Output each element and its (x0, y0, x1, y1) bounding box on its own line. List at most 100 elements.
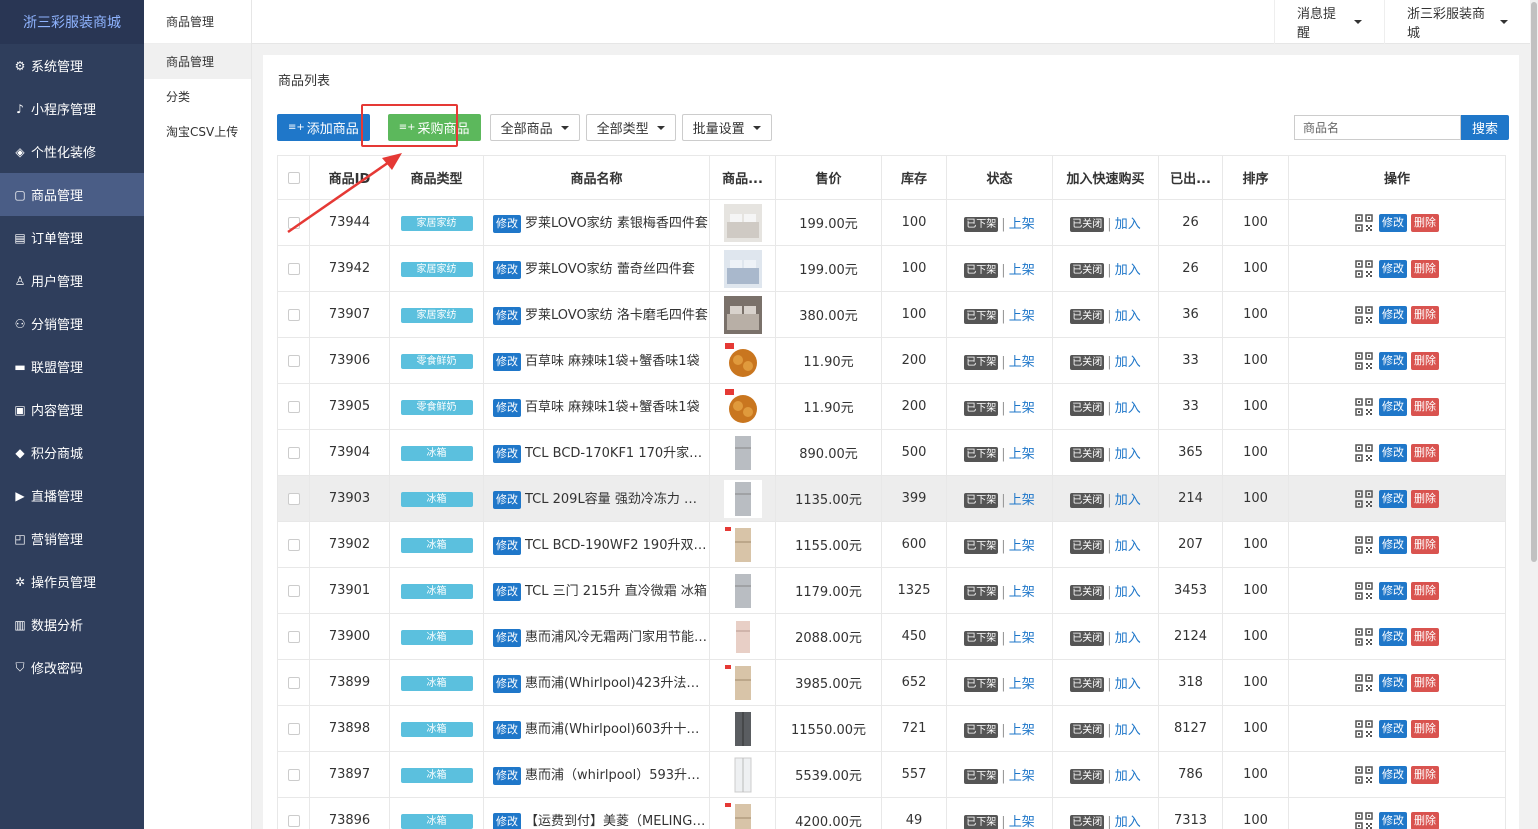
edit-name-button[interactable]: 修改 (493, 582, 521, 601)
qr-code-icon[interactable] (1355, 535, 1373, 554)
product-image[interactable] (723, 525, 762, 564)
edit-name-button[interactable]: 修改 (493, 812, 521, 829)
product-stock[interactable]: 450 (881, 613, 947, 660)
product-stock[interactable]: 557 (881, 751, 947, 798)
join-link[interactable]: 加入 (1115, 217, 1141, 232)
qr-code-icon[interactable] (1355, 811, 1373, 829)
sidebar-item-9[interactable]: ◆ 积分商城 (0, 431, 144, 474)
edit-button[interactable]: 修改 (1379, 811, 1407, 829)
onshelf-link[interactable]: 上架 (1009, 631, 1035, 646)
delete-button[interactable]: 删除 (1411, 673, 1439, 692)
sidebar-item-4[interactable]: ▤ 订单管理 (0, 216, 144, 259)
edit-name-button[interactable]: 修改 (493, 306, 521, 325)
sidebar-item-8[interactable]: ▣ 内容管理 (0, 388, 144, 431)
edit-button[interactable]: 修改 (1379, 259, 1407, 278)
edit-name-button[interactable]: 修改 (493, 720, 521, 739)
qr-code-icon[interactable] (1355, 581, 1373, 600)
delete-button[interactable]: 删除 (1411, 305, 1439, 324)
edit-name-button[interactable]: 修改 (493, 490, 521, 509)
join-link[interactable]: 加入 (1115, 493, 1141, 508)
product-stock[interactable]: 721 (881, 705, 947, 752)
onshelf-link[interactable]: 上架 (1009, 723, 1035, 738)
row-checkbox[interactable] (287, 400, 300, 413)
row-checkbox[interactable] (287, 492, 300, 505)
row-checkbox[interactable] (287, 630, 300, 643)
join-link[interactable]: 加入 (1115, 539, 1141, 554)
row-checkbox[interactable] (287, 768, 300, 781)
row-checkbox-cell[interactable] (277, 245, 310, 292)
row-checkbox-cell[interactable] (277, 383, 310, 430)
sidebar-item-0[interactable]: ⚙ 系统管理 (0, 44, 144, 87)
onshelf-link[interactable]: 上架 (1009, 263, 1035, 278)
product-stock[interactable]: 1325 (881, 567, 947, 614)
filter-all-types-dropdown[interactable]: 全部类型 (585, 114, 676, 141)
edit-name-button[interactable]: 修改 (493, 260, 521, 279)
messages-dropdown[interactable]: 消息提醒 (1274, 0, 1384, 44)
row-checkbox-cell[interactable] (277, 429, 310, 476)
row-checkbox[interactable] (287, 538, 300, 551)
edit-button[interactable]: 修改 (1379, 489, 1407, 508)
row-checkbox-cell[interactable] (277, 337, 310, 384)
join-link[interactable]: 加入 (1115, 769, 1141, 784)
onshelf-link[interactable]: 上架 (1009, 217, 1035, 232)
batch-settings-dropdown[interactable]: 批量设置 (681, 114, 772, 141)
row-checkbox[interactable] (287, 354, 300, 367)
product-stock[interactable]: 200 (881, 337, 947, 384)
edit-button[interactable]: 修改 (1379, 719, 1407, 738)
delete-button[interactable]: 删除 (1411, 351, 1439, 370)
product-image[interactable] (723, 709, 762, 748)
sidebar-item-2[interactable]: ◈ 个性化装修 (0, 130, 144, 173)
edit-button[interactable]: 修改 (1379, 305, 1407, 324)
delete-button[interactable]: 删除 (1411, 765, 1439, 784)
join-link[interactable]: 加入 (1115, 723, 1141, 738)
product-stock[interactable]: 652 (881, 659, 947, 706)
sidebar-item-3[interactable]: ▢ 商品管理 (0, 173, 144, 216)
product-image[interactable] (723, 387, 762, 426)
qr-code-icon[interactable] (1355, 627, 1373, 646)
edit-button[interactable]: 修改 (1379, 627, 1407, 646)
page-scrollbar[interactable] (1530, 0, 1538, 829)
edit-name-button[interactable]: 修改 (493, 536, 521, 555)
row-checkbox[interactable] (287, 814, 300, 827)
qr-code-icon[interactable] (1355, 765, 1373, 784)
qr-code-icon[interactable] (1355, 719, 1373, 738)
join-link[interactable]: 加入 (1115, 401, 1141, 416)
row-checkbox-cell[interactable] (277, 659, 310, 706)
product-stock[interactable]: 600 (881, 521, 947, 568)
edit-button[interactable]: 修改 (1379, 581, 1407, 600)
qr-code-icon[interactable] (1355, 397, 1373, 416)
row-checkbox[interactable] (287, 446, 300, 459)
edit-name-button[interactable]: 修改 (493, 766, 521, 785)
edit-name-button[interactable]: 修改 (493, 398, 521, 417)
product-image[interactable] (723, 663, 762, 702)
row-checkbox[interactable] (287, 308, 300, 321)
scrollbar-thumb[interactable] (1531, 2, 1537, 562)
edit-button[interactable]: 修改 (1379, 213, 1407, 232)
row-checkbox-cell[interactable] (277, 613, 310, 660)
delete-button[interactable]: 删除 (1411, 259, 1439, 278)
product-stock[interactable]: 500 (881, 429, 947, 476)
sub-nav-item-1[interactable]: 分类 (144, 79, 251, 114)
sub-nav-item-2[interactable]: 淘宝CSV上传 (144, 114, 251, 149)
delete-button[interactable]: 删除 (1411, 443, 1439, 462)
row-checkbox-cell[interactable] (277, 291, 310, 338)
onshelf-link[interactable]: 上架 (1009, 355, 1035, 370)
row-checkbox-cell[interactable] (277, 797, 310, 829)
product-image[interactable] (723, 755, 762, 794)
edit-name-button[interactable]: 修改 (493, 444, 521, 463)
qr-code-icon[interactable] (1355, 351, 1373, 370)
product-stock[interactable]: 100 (881, 199, 947, 246)
onshelf-link[interactable]: 上架 (1009, 585, 1035, 600)
edit-button[interactable]: 修改 (1379, 443, 1407, 462)
join-link[interactable]: 加入 (1115, 631, 1141, 646)
product-image[interactable] (723, 249, 762, 288)
edit-button[interactable]: 修改 (1379, 351, 1407, 370)
product-image[interactable] (723, 801, 762, 829)
qr-code-icon[interactable] (1355, 673, 1373, 692)
sidebar-item-14[interactable]: ⛉ 修改密码 (0, 646, 144, 689)
product-stock[interactable]: 200 (881, 383, 947, 430)
row-checkbox-cell[interactable] (277, 751, 310, 798)
onshelf-link[interactable]: 上架 (1009, 447, 1035, 462)
row-checkbox[interactable] (287, 262, 300, 275)
product-image[interactable] (723, 203, 762, 242)
